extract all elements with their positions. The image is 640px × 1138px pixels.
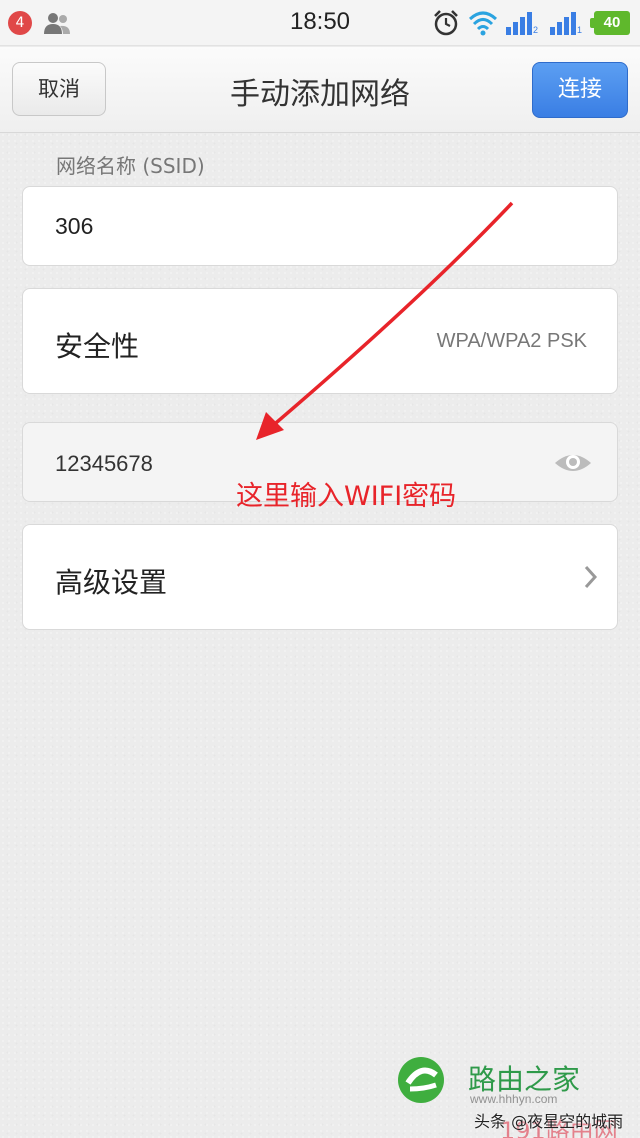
signal-icon: 2: [506, 12, 538, 35]
svg-text:1: 1: [577, 25, 582, 35]
eye-icon[interactable]: [553, 449, 593, 477]
title-bar: 取消 手动添加网络 连接: [0, 47, 640, 133]
ssid-field[interactable]: 306: [22, 186, 618, 266]
watermark-logo-icon: [398, 1057, 444, 1103]
signal-icon: 1: [550, 12, 582, 35]
security-selector[interactable]: 安全性 WPA/WPA2 PSK: [22, 288, 618, 394]
ssid-label: 网络名称 (SSID): [56, 154, 205, 178]
clock: 18:50: [289, 8, 351, 35]
advanced-settings-label: 高级设置: [55, 566, 168, 599]
password-value: 12345678: [55, 451, 153, 476]
security-value: WPA/WPA2 PSK: [436, 330, 587, 352]
security-label: 安全性: [55, 330, 140, 363]
watermark-author: 头条 @夜星空的城雨: [474, 1112, 624, 1131]
chevron-right-icon: [584, 565, 598, 589]
advanced-settings-item[interactable]: 高级设置: [22, 524, 618, 630]
svg-text:2: 2: [533, 25, 538, 35]
annotation-text: 这里输入WIFI密码: [236, 481, 457, 512]
connect-button[interactable]: 连接: [532, 62, 628, 118]
ssid-value: 306: [55, 213, 94, 239]
status-bar: 4 18:50 2 1 40: [0, 0, 640, 46]
battery-indicator: 40: [590, 11, 630, 35]
alarm-icon: [434, 10, 458, 36]
wifi-icon: [468, 11, 498, 36]
watermark-url: www.hhhyn.com: [470, 1092, 558, 1106]
